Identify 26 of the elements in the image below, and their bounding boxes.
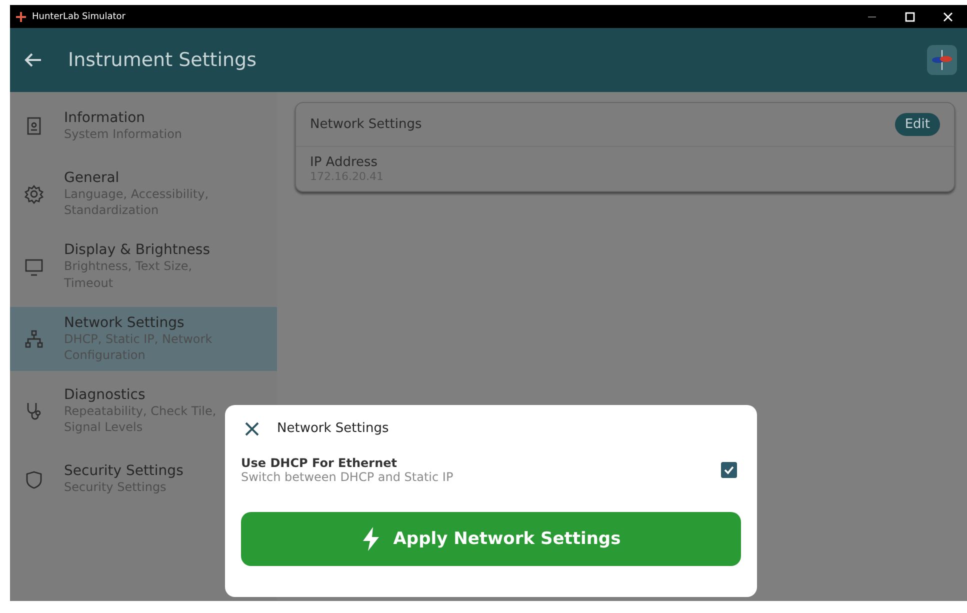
edit-button[interactable]: Edit: [894, 113, 940, 136]
app-logo-icon: [16, 12, 26, 22]
item-title: Security Settings: [64, 463, 184, 480]
close-icon[interactable]: [245, 422, 259, 436]
monitor-icon: [24, 256, 44, 277]
option-label: Use DHCP For Ethernet: [241, 456, 398, 470]
item-title: General: [64, 170, 120, 186]
item-title: Network Settings: [64, 314, 186, 331]
maximize-icon[interactable]: [905, 12, 915, 22]
gear-icon: [24, 184, 44, 204]
back-arrow-icon[interactable]: [24, 53, 42, 67]
item-title: Diagnostics: [64, 387, 146, 404]
dialog-title: Network Settings: [277, 421, 389, 436]
field-label: IP Address: [310, 155, 379, 170]
card-title: Network Settings: [310, 117, 422, 132]
network-icon: [24, 328, 44, 349]
lightning-icon: [361, 527, 382, 551]
option-description: Switch between DHCP and Static IP: [241, 470, 454, 484]
checkbox[interactable]: [721, 462, 737, 478]
item-title: Information: [64, 110, 146, 126]
shield-icon: [24, 470, 44, 490]
apply-button[interactable]: Apply Network Settings: [241, 512, 741, 566]
window-title: HunterLab Simulator: [32, 12, 126, 22]
page-title: Instrument Settings: [68, 49, 257, 71]
check-icon: [724, 465, 734, 475]
item-title: Display & Brightness: [64, 242, 211, 258]
